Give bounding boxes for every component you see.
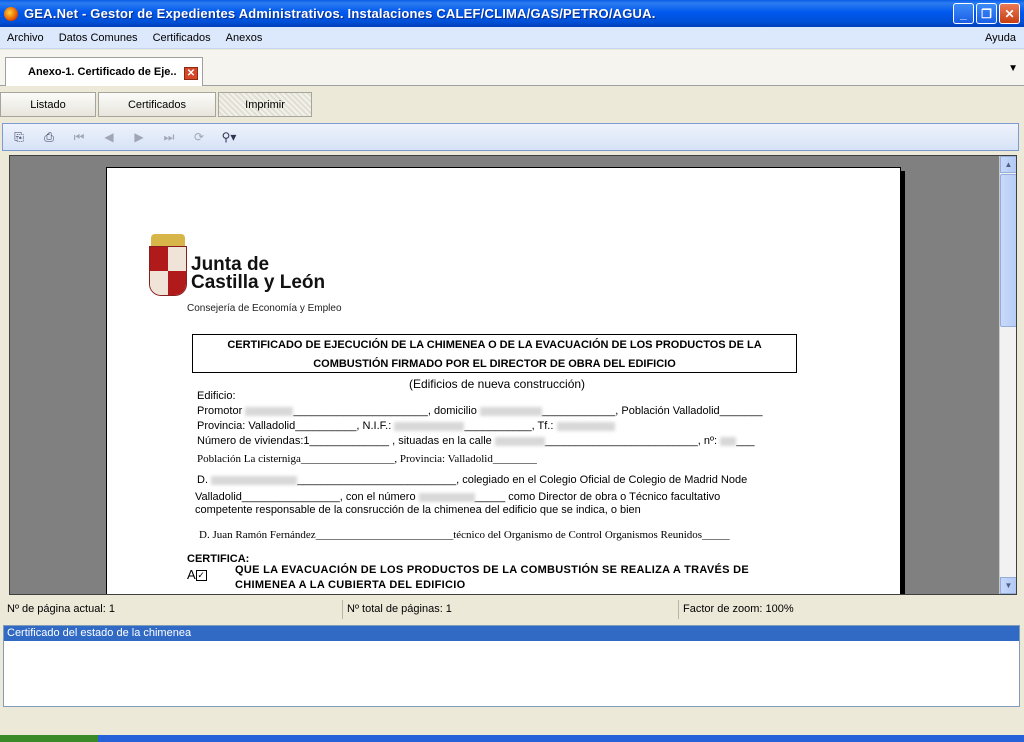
document-subtitle: (Edificios de nueva construcción) (408, 377, 586, 391)
menu-certificados[interactable]: Certificados (146, 32, 219, 44)
last-page-icon[interactable]: ⏭ (161, 129, 177, 145)
title-bar: GEA.Net - Gestor de Expedientes Administ… (0, 0, 1024, 27)
first-page-icon[interactable]: ⏮ (71, 129, 87, 145)
field-provincia: Provincia: Valladolid__________, N.I.F.:… (197, 420, 615, 432)
total-pages-status: Nº total de páginas: 1 (343, 600, 679, 619)
prev-page-icon[interactable]: ◀ (101, 129, 117, 145)
tab-certificados[interactable]: Certificados (98, 92, 216, 117)
scroll-down-icon[interactable]: ▼ (1000, 577, 1016, 594)
tab-imprimir[interactable]: Imprimir (218, 92, 312, 117)
option-a-text: QUE LA EVACUACIÓN DE LOS PRODUCTOS DE LA… (235, 564, 749, 591)
logo-subtitle: Consejería de Economía y Empleo (187, 303, 342, 314)
coat-of-arms-icon (149, 246, 187, 296)
list-item[interactable]: Certificado del estado de la chimenea (4, 626, 1019, 641)
menu-archivo[interactable]: Archivo (0, 32, 52, 44)
scroll-up-icon[interactable]: ▲ (1000, 156, 1016, 173)
zoom-status: Factor de zoom: 100% (683, 603, 794, 615)
minimize-button[interactable]: _ (953, 3, 974, 24)
next-page-icon[interactable]: ▶ (131, 129, 147, 145)
tab-label: Anexo-1. Certificado de Eje.. (28, 66, 177, 78)
tab-anexo-1[interactable]: Anexo-1. Certificado de Eje.. ✕ (5, 57, 203, 86)
app-icon (4, 6, 18, 21)
scroll-thumb[interactable] (1000, 174, 1016, 327)
document-page: Junta de Castilla y León Consejería de E… (106, 167, 901, 594)
tab-list-dropdown-icon[interactable]: ▼ (1008, 63, 1018, 74)
taskbar-strip (0, 735, 1024, 742)
subtab-bar: Listado Certificados Imprimir (0, 92, 312, 119)
option-a-checkbox: ✓ (195, 570, 207, 582)
option-a: A ✓ (187, 567, 207, 582)
field-director: D. __________________________, colegiado… (197, 474, 748, 486)
field-director-line3: competente responsable de la consrucción… (195, 504, 641, 516)
menu-bar: Archivo Datos Comunes Certificados Anexo… (0, 27, 1024, 49)
menu-ayuda[interactable]: Ayuda (978, 32, 1024, 44)
report-viewer: Junta de Castilla y León Consejería de E… (9, 155, 1017, 595)
restore-button[interactable]: ❐ (976, 3, 997, 24)
menu-datos-comunes[interactable]: Datos Comunes (52, 32, 146, 44)
menu-anexos[interactable]: Anexos (219, 32, 271, 44)
export-icon[interactable]: ⎘ (11, 129, 27, 145)
field-tecnico: D. Juan Ramón Fernández_________________… (199, 529, 730, 541)
vertical-scrollbar[interactable]: ▲ ▼ (999, 156, 1016, 594)
document-heading-box: CERTIFICADO DE EJECUCIÓN DE LA CHIMENEA … (192, 334, 797, 373)
print-preview-toolbar: ⎘ ⎙ ⏮ ◀ ▶ ⏭ ⟳ ⚲▾ (2, 123, 1019, 151)
print-icon[interactable]: ⎙ (41, 129, 57, 145)
crown-icon (151, 234, 185, 246)
viewer-status-bar: Nº de página actual: 1 Nº total de págin… (3, 600, 1019, 619)
field-poblacion: Población La cisterniga_________________… (197, 453, 537, 465)
junta-logo: Junta de Castilla y León Consejería de E… (145, 232, 365, 322)
logo-text: Junta de Castilla y León (191, 254, 326, 293)
document-tab-strip: Anexo-1. Certificado de Eje.. ✕ ▼ (0, 50, 1024, 86)
field-promotor: Promotor ______________________, domicil… (197, 405, 763, 417)
tab-listado[interactable]: Listado (0, 92, 96, 117)
refresh-icon[interactable]: ⟳ (191, 129, 207, 145)
close-button[interactable]: ✕ (999, 3, 1020, 24)
zoom-icon[interactable]: ⚲▾ (221, 129, 237, 145)
current-page-status: Nº de página actual: 1 (3, 600, 343, 619)
window-title: GEA.Net - Gestor de Expedientes Administ… (24, 6, 656, 21)
close-tab-icon[interactable]: ✕ (184, 67, 198, 80)
field-viviendas: Número de viviendas:1_____________ , sit… (197, 435, 755, 447)
field-director-line2: Valladolid________________, con el númer… (195, 491, 721, 503)
field-edificio: Edificio: (197, 390, 236, 402)
certificate-list: Certificado del estado de la chimenea (3, 625, 1020, 707)
